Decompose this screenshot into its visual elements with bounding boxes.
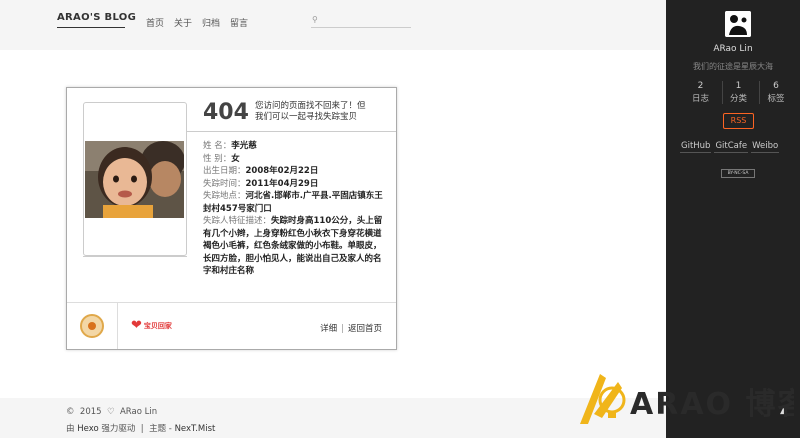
info-description: 失踪人特征描述：失踪时身高110公分，头上留有几个小辫，上身穿粉红色小秋衣下身穿…	[203, 216, 383, 276]
hexo-link[interactable]: Hexo	[77, 424, 98, 434]
nav-item-home[interactable]: 首页	[146, 16, 164, 29]
link-separator: |	[341, 324, 344, 334]
nav-item-archive[interactable]: 归档	[202, 16, 220, 29]
back-home-link[interactable]: 返回首页	[348, 324, 382, 334]
info-missing-date: 失踪时间：2011年04月29日	[203, 178, 319, 189]
not-found-message: 您访问的页面找不回来了！但我们可以一起寻找失踪宝贝	[255, 101, 366, 122]
nav-item-about[interactable]: 关于	[174, 16, 192, 29]
child-info: 姓 名：李光慈 性 别：女 出生日期：2008年02月22日 失踪时间：2011…	[203, 140, 383, 278]
sidebar-motto: 我们的征途是星辰大海	[693, 62, 773, 71]
card-footer-vdivider	[117, 302, 118, 349]
card-links: 详细 | 返回首页	[320, 322, 382, 334]
org-logo-icon[interactable]	[80, 314, 104, 338]
arao-blog-watermark: ARAO 博客	[574, 368, 800, 430]
sidebar-author: ARao Lin	[713, 44, 753, 54]
stat-tags[interactable]: 6 标签	[759, 81, 792, 104]
powered-by: 由 Hexo 强力驱动 | 主题 - NexT.Mist	[66, 424, 216, 434]
site-title-underline	[57, 27, 125, 28]
header-divider	[186, 131, 396, 132]
cc-license-badge[interactable]: BY-NC-SA	[721, 169, 755, 178]
baobei-huijia-label: 宝贝回家	[143, 321, 172, 330]
avatar	[725, 11, 751, 37]
photo-divider	[83, 256, 187, 257]
search-box: ⚲	[311, 14, 411, 28]
weibo-link[interactable]: Weibo	[751, 141, 780, 153]
watermark-text: ARAO 博客	[630, 387, 794, 422]
heart-icon: ♡	[106, 407, 115, 417]
nav-item-guestbook[interactable]: 留言	[230, 16, 248, 29]
main-nav: 首页 关于 归档 留言	[146, 16, 248, 29]
info-name: 姓 名：李光慈	[203, 141, 257, 151]
search-input[interactable]	[321, 14, 409, 26]
github-link[interactable]: GitHub	[680, 141, 712, 153]
site-header: ARAO'S BLOG 首页 关于 归档 留言 ⚲	[0, 0, 666, 50]
social-links: GitHub GitCafe Weibo	[680, 141, 780, 153]
info-missing-place: 失踪地点：河北省.邯郸市.广平县.平固店镇东王封村457号家门口	[203, 191, 383, 214]
rss-button[interactable]: RSS	[723, 113, 754, 129]
info-gender: 性 别：女	[203, 153, 240, 164]
missing-child-photo	[85, 141, 184, 218]
gitcafe-link[interactable]: GitCafe	[714, 141, 749, 153]
site-footer: © 2015 ♡ ARao Lin 由 Hexo 强力驱动 | 主题 - Nex…	[0, 398, 666, 438]
theme-link[interactable]: NexT.Mist	[175, 424, 216, 434]
search-icon: ⚲	[312, 15, 318, 24]
copyright: © 2015 ♡ ARao Lin	[66, 407, 158, 417]
stat-posts[interactable]: 2 日志	[684, 81, 717, 104]
site-title[interactable]: ARAO'S BLOG	[57, 12, 136, 23]
detail-link[interactable]: 详细	[320, 324, 337, 334]
error-code: 404	[203, 100, 249, 125]
site-stats: 2 日志 1 分类 6 标签	[684, 81, 792, 104]
heart-icon: ❤	[131, 318, 142, 333]
baobei-huijia-logo[interactable]: ❤ 宝贝回家	[131, 318, 172, 333]
info-birthdate: 出生日期：2008年02月22日	[203, 166, 319, 176]
missing-child-card: 404 您访问的页面找不回来了！但我们可以一起寻找失踪宝贝 姓 名：李光慈 性 …	[66, 87, 397, 350]
stat-categories[interactable]: 1 分类	[721, 81, 755, 104]
